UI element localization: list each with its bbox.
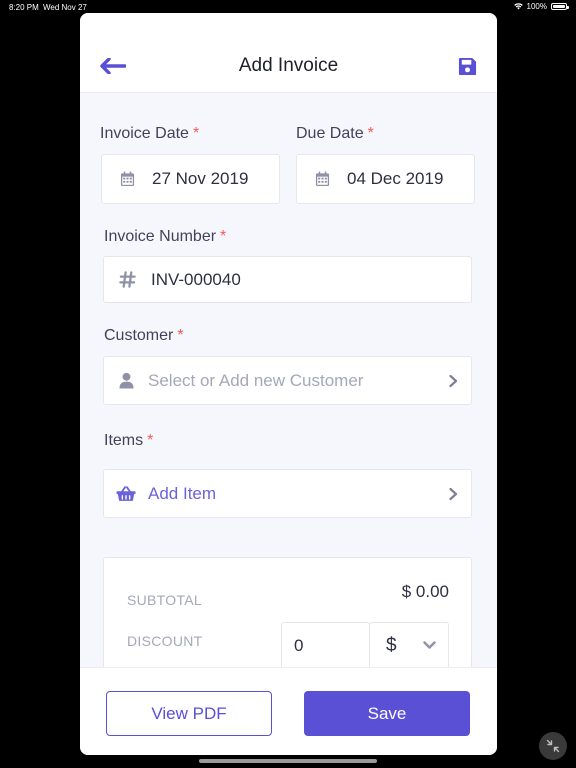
required-marker: * bbox=[177, 327, 184, 344]
save-label: Save bbox=[367, 703, 407, 723]
discount-value: 0 bbox=[294, 636, 304, 655]
customer-select-field[interactable]: Select or Add new Customer bbox=[103, 356, 472, 405]
chevron-right-icon bbox=[449, 374, 458, 387]
due-date-value: 04 Dec 2019 bbox=[347, 169, 444, 188]
add-item-field[interactable]: Add Item bbox=[103, 469, 472, 518]
calendar-icon bbox=[102, 171, 152, 187]
wifi-icon bbox=[513, 3, 523, 10]
status-bar: 8:20 PM Wed Nov 27 100% bbox=[0, 0, 576, 14]
invoice-date-label-text: Invoice Date bbox=[100, 125, 189, 142]
invoice-number-label: Invoice Number * bbox=[104, 228, 226, 246]
invoice-number-field[interactable]: INV-000040 bbox=[103, 256, 472, 303]
view-pdf-label: View PDF bbox=[151, 703, 227, 723]
customer-label: Customer * bbox=[104, 327, 184, 345]
required-marker: * bbox=[220, 228, 227, 245]
header-save-button[interactable] bbox=[455, 54, 479, 78]
discount-type-value: $ bbox=[386, 635, 397, 656]
sheet-footer: View PDF Save bbox=[80, 667, 497, 755]
due-date-field[interactable]: 04 Dec 2019 bbox=[296, 154, 475, 204]
status-right: 100% bbox=[513, 2, 569, 11]
battery-icon bbox=[551, 3, 569, 10]
chevron-down-icon bbox=[423, 641, 436, 650]
minimize-button[interactable] bbox=[539, 732, 567, 760]
floppy-disk-icon bbox=[458, 57, 476, 75]
discount-input[interactable]: 0 bbox=[281, 622, 370, 670]
chevron-right-icon bbox=[449, 487, 458, 500]
status-date: Wed Nov 27 bbox=[43, 3, 87, 12]
invoice-number-label-text: Invoice Number bbox=[104, 228, 217, 245]
page-title: Add Invoice bbox=[238, 55, 339, 76]
battery-percent: 100% bbox=[526, 2, 547, 11]
home-indicator[interactable] bbox=[199, 759, 377, 763]
items-label: Items * bbox=[104, 432, 153, 450]
invoice-number-value: INV-000040 bbox=[151, 269, 241, 289]
save-button[interactable]: Save bbox=[304, 691, 470, 736]
view-pdf-button[interactable]: View PDF bbox=[106, 691, 272, 736]
discount-label: DISCOUNT bbox=[127, 633, 203, 649]
customer-label-text: Customer bbox=[104, 327, 174, 344]
due-date-label: Due Date * bbox=[296, 125, 374, 143]
user-icon bbox=[104, 372, 148, 389]
invoice-date-field[interactable]: 27 Nov 2019 bbox=[101, 154, 280, 204]
items-label-text: Items bbox=[104, 432, 144, 449]
status-time: 8:20 PM bbox=[9, 3, 39, 12]
required-marker: * bbox=[367, 125, 374, 142]
discount-type-select[interactable]: $ bbox=[369, 622, 449, 670]
sheet-header: Add Invoice bbox=[80, 13, 497, 93]
subtotal-label: SUBTOTAL bbox=[127, 592, 203, 608]
required-marker: * bbox=[147, 432, 154, 449]
collapse-arrows-icon bbox=[546, 739, 560, 753]
add-invoice-sheet: Add Invoice Invoice Date * 27 Nov 2019 D… bbox=[80, 13, 497, 755]
calendar-icon bbox=[297, 171, 347, 187]
basket-icon bbox=[104, 485, 148, 502]
invoice-date-value: 27 Nov 2019 bbox=[152, 169, 249, 188]
add-item-label: Add Item bbox=[148, 483, 217, 503]
required-marker: * bbox=[192, 125, 200, 142]
subtotal-value: $ 0.00 bbox=[401, 582, 449, 601]
due-date-label-text: Due Date bbox=[296, 125, 364, 142]
invoice-date-label: Invoice Date * bbox=[100, 125, 199, 143]
customer-placeholder: Select or Add new Customer bbox=[148, 370, 364, 390]
hash-icon bbox=[104, 271, 151, 288]
